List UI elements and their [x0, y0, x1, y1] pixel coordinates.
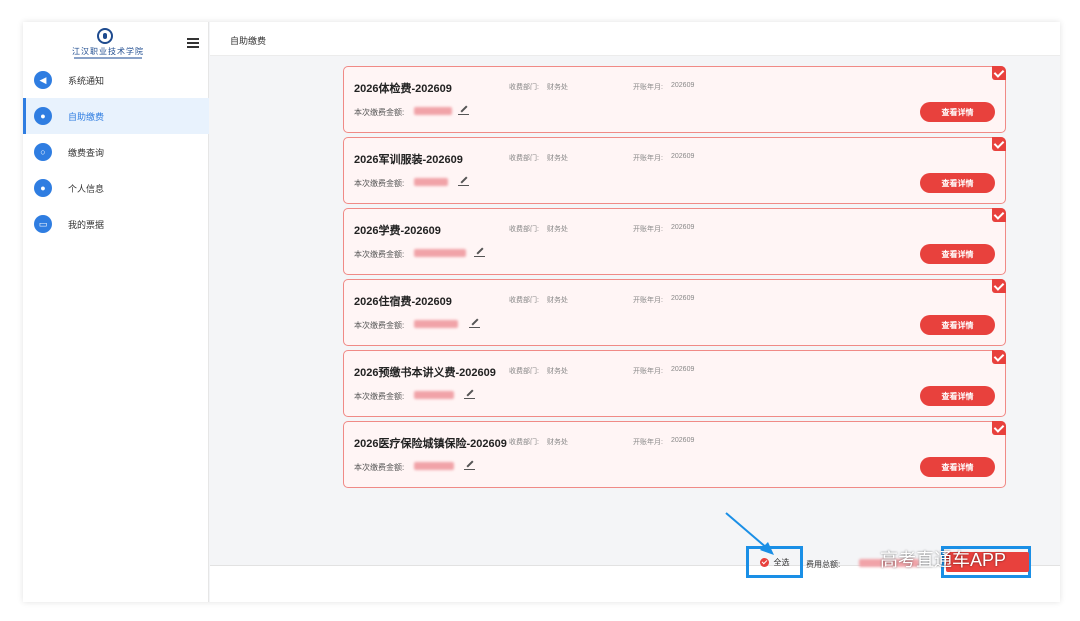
fee-card[interactable]: 2026预缴书本讲义费-202609 收费部门: 财务处 开账年月: 20260…	[343, 350, 1006, 417]
year-month-value: 202609	[671, 153, 695, 160]
edit-icon[interactable]	[469, 317, 481, 329]
amount-label: 本次缴费金额:	[354, 392, 405, 401]
year-month-label: 开账年月:	[633, 84, 663, 91]
fee-card[interactable]: 2026体检费-202609 收费部门: 财务处 开账年月: 202609 本次…	[343, 66, 1006, 133]
year-month-value: 202609	[671, 366, 695, 373]
dept-label: 收费部门:	[509, 155, 539, 162]
sidebar-item-receipts[interactable]: ▭ 我的票据	[23, 206, 209, 242]
sidebar-item-profile[interactable]: ● 个人信息	[23, 170, 209, 206]
amount-label: 本次缴费金额:	[354, 463, 405, 472]
sidebar-item-pay-query[interactable]: ○ 缴费查询	[23, 134, 209, 170]
year-month-label: 开账年月:	[633, 226, 663, 233]
fee-title: 2026学费-202609	[354, 225, 441, 237]
school-emblem-icon	[97, 28, 113, 44]
amount-value-blurred	[414, 462, 454, 470]
sidebar-nav: ◀ 系统通知 ● 自助缴费 ○ 缴费查询 ● 个人信息 ▭ 我的票据	[23, 62, 209, 242]
fee-title: 2026体检费-202609	[354, 83, 452, 95]
dept-label: 收费部门:	[509, 368, 539, 375]
checked-icon[interactable]	[992, 208, 1006, 222]
sidebar-item-notice[interactable]: ◀ 系统通知	[23, 62, 209, 98]
total-label: 费用总额:	[806, 560, 841, 569]
amount-label: 本次缴费金额:	[354, 108, 405, 117]
amount-label: 本次缴费金额:	[354, 179, 405, 188]
amount-value-blurred	[414, 107, 452, 115]
watermark: 高考直通车APP	[880, 550, 1007, 570]
checked-icon[interactable]	[992, 279, 1006, 293]
amount-value-blurred	[414, 391, 454, 399]
sidebar-item-label: 缴费查询	[68, 147, 105, 158]
checked-icon[interactable]	[992, 350, 1006, 364]
receipt-icon: ▭	[34, 215, 52, 233]
school-name-english-line	[74, 57, 142, 59]
checked-circle-icon	[759, 557, 769, 567]
edit-icon[interactable]	[458, 104, 470, 116]
fee-title: 2026预缴书本讲义费-202609	[354, 367, 496, 379]
sidebar: 江汉职业技术学院 ◀ 系统通知 ● 自助缴费 ○ 缴费查询 ● 个人信息 ▭ 我…	[23, 22, 209, 602]
sidebar-item-label: 自助缴费	[68, 111, 105, 122]
edit-icon[interactable]	[464, 388, 476, 400]
dept-value: 财务处	[547, 155, 568, 162]
speaker-icon: ◀	[34, 71, 52, 89]
fee-title: 2026医疗保险城镇保险-202609	[354, 438, 507, 450]
amount-value-blurred	[414, 320, 458, 328]
dept-label: 收费部门:	[509, 297, 539, 304]
year-month-value: 202609	[671, 295, 695, 302]
dept-value: 财务处	[547, 368, 568, 375]
sidebar-item-label: 我的票据	[68, 219, 105, 230]
fee-card[interactable]: 2026学费-202609 收费部门: 财务处 开账年月: 202609 本次缴…	[343, 208, 1006, 275]
edit-icon[interactable]	[474, 246, 486, 258]
year-month-label: 开账年月:	[633, 297, 663, 304]
year-month-label: 开账年月:	[633, 439, 663, 446]
amount-label: 本次缴费金额:	[354, 250, 405, 259]
year-month-value: 202609	[671, 224, 695, 231]
dept-label: 收费部门:	[509, 226, 539, 233]
dept-value: 财务处	[547, 84, 568, 91]
dept-value: 财务处	[547, 297, 568, 304]
checked-icon[interactable]	[992, 66, 1006, 80]
school-name: 江汉职业技术学院	[72, 47, 144, 56]
school-logo: 江汉职业技术学院	[68, 28, 148, 62]
year-month-label: 开账年月:	[633, 368, 663, 375]
fee-title: 2026军训服装-202609	[354, 154, 463, 166]
fee-card[interactable]: 2026军训服装-202609 收费部门: 财务处 开账年月: 202609 本…	[343, 137, 1006, 204]
year-month-value: 202609	[671, 437, 695, 444]
amount-value-blurred	[414, 178, 448, 186]
view-details-button[interactable]: 查看详情	[920, 457, 995, 477]
fee-card[interactable]: 2026医疗保险城镇保险-202609 收费部门: 财务处 开账年月: 2026…	[343, 421, 1006, 488]
dept-label: 收费部门:	[509, 439, 539, 446]
sidebar-item-label: 个人信息	[68, 183, 105, 194]
hamburger-icon[interactable]	[187, 38, 199, 48]
user-icon: ●	[34, 179, 52, 197]
amount-label: 本次缴费金额:	[354, 321, 405, 330]
dept-value: 财务处	[547, 439, 568, 446]
select-all-label: 全选	[773, 557, 790, 567]
year-month-label: 开账年月:	[633, 155, 663, 162]
view-details-button[interactable]: 查看详情	[920, 315, 995, 335]
fee-card[interactable]: 2026住宿费-202609 收费部门: 财务处 开账年月: 202609 本次…	[343, 279, 1006, 346]
dept-label: 收费部门:	[509, 84, 539, 91]
checked-icon[interactable]	[992, 137, 1006, 151]
view-details-button[interactable]: 查看详情	[920, 244, 995, 264]
edit-icon[interactable]	[458, 175, 470, 187]
view-details-button[interactable]: 查看详情	[920, 102, 995, 122]
edit-icon[interactable]	[464, 459, 476, 471]
sidebar-item-self-pay[interactable]: ● 自助缴费	[23, 98, 209, 134]
year-month-value: 202609	[671, 82, 695, 89]
amount-value-blurred	[414, 249, 466, 257]
page-title: 自助缴费	[230, 36, 267, 46]
sidebar-item-label: 系统通知	[68, 75, 105, 86]
dept-value: 财务处	[547, 226, 568, 233]
view-details-button[interactable]: 查看详情	[920, 386, 995, 406]
pay-icon: ●	[34, 107, 52, 125]
search-icon: ○	[34, 143, 52, 161]
checked-icon[interactable]	[992, 421, 1006, 435]
select-all-toggle[interactable]: 全选	[746, 546, 803, 578]
fee-title: 2026住宿费-202609	[354, 296, 452, 308]
view-details-button[interactable]: 查看详情	[920, 173, 995, 193]
topbar: 自助缴费	[210, 22, 1060, 56]
